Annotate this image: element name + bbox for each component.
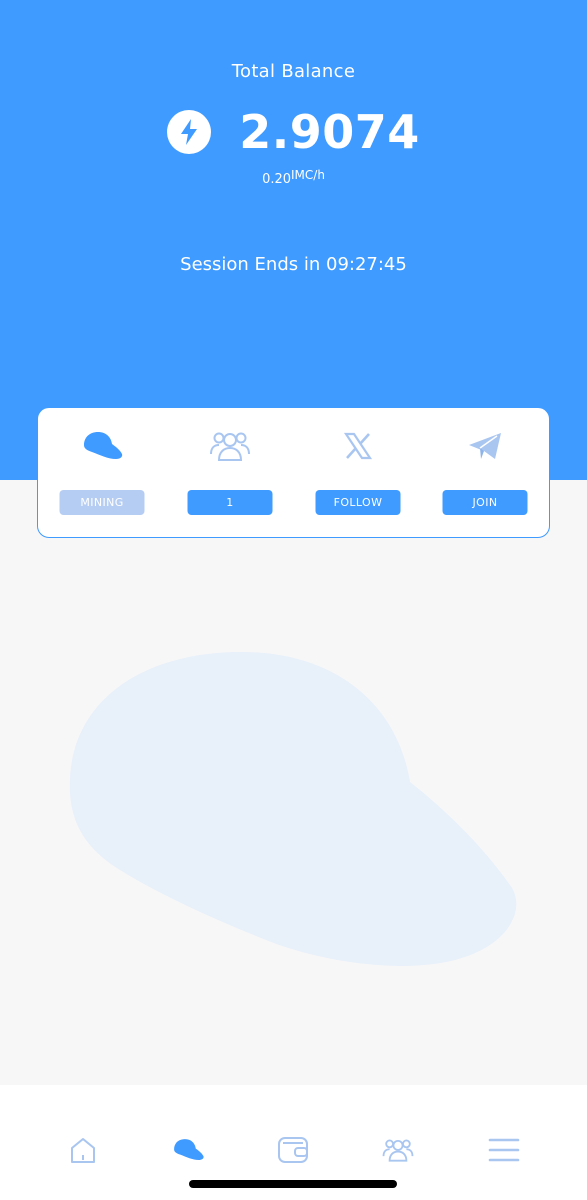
action-mining: MINING bbox=[52, 408, 152, 537]
nav-referrals[interactable] bbox=[378, 1133, 418, 1167]
nav-home[interactable] bbox=[63, 1133, 103, 1167]
mining-rate: 0.20IMC/h bbox=[0, 168, 587, 187]
nav-menu[interactable] bbox=[484, 1133, 524, 1167]
action-follow: FOLLOW bbox=[308, 408, 408, 537]
lightning-icon bbox=[167, 110, 212, 154]
follow-button[interactable]: FOLLOW bbox=[315, 490, 401, 515]
referrals-button[interactable]: 1 bbox=[187, 490, 273, 515]
action-card: MINING 1 FOLLOW JOIN bbox=[37, 407, 550, 538]
menu-icon bbox=[488, 1138, 520, 1162]
cap-icon bbox=[80, 428, 124, 464]
telegram-icon bbox=[463, 428, 507, 464]
balance-label: Total Balance bbox=[231, 61, 356, 82]
mining-cap-button[interactable] bbox=[66, 650, 520, 970]
mining-rate-unit: IMC/h bbox=[291, 168, 325, 182]
home-icon bbox=[71, 1138, 95, 1163]
mining-rate-value: 0.20 bbox=[262, 172, 292, 187]
cap-icon bbox=[174, 1139, 204, 1161]
join-button[interactable]: JOIN bbox=[442, 490, 528, 515]
wallet-icon bbox=[278, 1137, 308, 1163]
action-join: JOIN bbox=[435, 408, 535, 537]
nav-mining[interactable] bbox=[168, 1133, 208, 1167]
mining-button[interactable]: MINING bbox=[59, 490, 145, 515]
session-countdown: Session Ends in 09:27:45 bbox=[180, 254, 407, 275]
home-indicator[interactable] bbox=[189, 1180, 397, 1188]
action-referrals: 1 bbox=[180, 408, 280, 537]
nav-wallet[interactable] bbox=[273, 1133, 313, 1167]
balance-row: 2.9074 bbox=[0, 105, 587, 159]
x-logo-icon bbox=[336, 428, 380, 464]
users-icon bbox=[382, 1139, 414, 1162]
users-icon bbox=[208, 428, 252, 464]
balance-value: 2.9074 bbox=[239, 105, 420, 159]
cap-icon bbox=[69, 651, 517, 966]
